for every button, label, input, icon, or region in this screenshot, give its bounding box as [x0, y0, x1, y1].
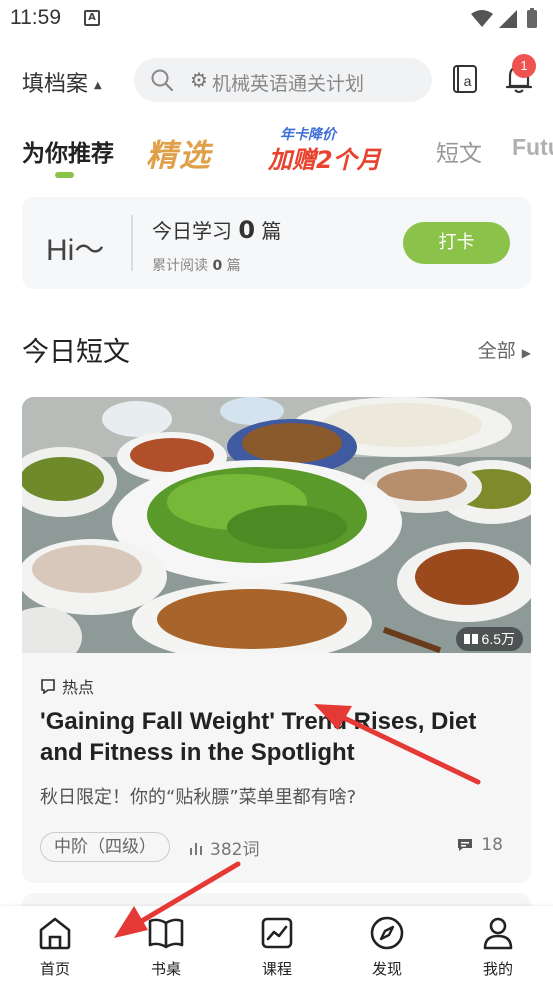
svg-text:a: a — [464, 73, 472, 89]
battery-icon — [527, 10, 537, 28]
today-study: 今日学习 0 篇 — [152, 215, 281, 244]
open-book-icon — [463, 634, 478, 644]
app-notification-icon: A — [84, 10, 100, 26]
nav-profile-label: 我的 — [482, 960, 513, 978]
promo-title: 加赠2个月 — [268, 146, 381, 174]
compass-icon — [370, 916, 404, 950]
tab-recommend[interactable]: 为你推荐 — [22, 134, 114, 168]
total-read: 累计阅读 0 篇 — [152, 255, 241, 275]
nav-desk-label: 书桌 — [150, 960, 181, 978]
signal-icon — [499, 10, 517, 28]
nav-discover-label: 发现 — [371, 960, 402, 978]
divider — [131, 215, 133, 271]
tab-featured[interactable]: 精选 — [146, 130, 212, 175]
level-badge: 中阶（四级） — [40, 832, 170, 862]
checkin-button[interactable]: 打卡 — [403, 222, 510, 264]
total-label: 累计阅读 — [152, 258, 208, 274]
word-count: 382词 — [188, 835, 259, 860]
bottom-navigation: 首页 书桌 课程 发现 我的 — [0, 906, 553, 984]
bar-chart-icon — [190, 842, 202, 855]
nav-home[interactable]: 首页 — [15, 906, 95, 984]
view-count: 6.5万 — [481, 631, 515, 647]
article-card[interactable]: 6.5万 热点 'Gaining Fall Weight' Trend Rise… — [22, 397, 531, 883]
today-label: 今日学习 — [152, 219, 232, 243]
bookmark-flag-icon — [41, 679, 55, 694]
study-progress-card: Hi～ 今日学习 0 篇 累计阅读 0 篇 打卡 — [22, 197, 531, 289]
notification-badge: 1 — [512, 54, 536, 78]
plan-name: 填档案 — [22, 72, 89, 97]
status-time: 11:59 — [10, 6, 61, 29]
wifi-icon — [471, 10, 493, 27]
view-all-link[interactable]: 全部 ▶ — [478, 336, 531, 363]
article-title: 'Gaining Fall Weight' Trend Rises, Diet … — [40, 708, 477, 766]
tab-short-articles[interactable]: 短文 — [436, 134, 482, 168]
section-title: 今日短文 — [22, 337, 130, 368]
view-count-badge: 6.5万 — [455, 627, 523, 651]
article-subtitle: 秋日限定！你的“贴秋膘”菜单里都有啥? — [40, 787, 357, 808]
category-label: 热点 — [62, 678, 95, 697]
caret-right-icon: ▶ — [521, 346, 531, 360]
gear-icon: ⚙ — [190, 68, 208, 92]
tab-future[interactable]: Futu — [512, 134, 553, 161]
nav-course-label: 课程 — [261, 960, 292, 978]
nav-course[interactable]: 课程 — [237, 906, 317, 984]
comment-count[interactable]: 18 — [457, 835, 503, 855]
book-icon — [148, 918, 184, 949]
top-header: 填档案 ▲ ⚙ 机械英语通关计划 a — [0, 56, 553, 104]
tab-active-indicator — [55, 172, 74, 178]
search-bar[interactable]: ⚙ 机械英语通关计划 — [134, 58, 432, 102]
article-cover-image — [22, 397, 531, 653]
nav-profile[interactable]: 我的 — [458, 906, 538, 984]
caret-down-icon: ▲ — [94, 79, 102, 91]
plan-selector[interactable]: 填档案 ▲ — [22, 66, 102, 98]
word-count-label: 382词 — [210, 840, 260, 860]
search-placeholder: 机械英语通关计划 — [212, 73, 365, 95]
status-bar: 11:59 A — [0, 0, 553, 40]
comment-icon — [458, 839, 473, 851]
search-icon — [151, 69, 174, 92]
greeting: Hi～ — [46, 234, 105, 267]
article-category: 热点 — [40, 674, 94, 698]
total-count: 0 — [212, 258, 223, 274]
course-chart-icon — [261, 917, 293, 949]
nav-desk[interactable]: 书桌 — [126, 906, 206, 984]
total-unit: 篇 — [226, 258, 241, 274]
tab-promo-banner[interactable]: 年卡降价 加赠2个月 — [268, 124, 398, 174]
nav-discover[interactable]: 发现 — [347, 906, 427, 984]
status-icons — [471, 8, 537, 28]
home-icon — [39, 917, 71, 950]
comment-count-label: 18 — [481, 835, 503, 855]
category-tabs: 为你推荐 精选 年卡降价 加赠2个月 短文 Futu — [0, 124, 553, 184]
view-all-label: 全部 — [477, 340, 516, 362]
today-count: 0 — [238, 216, 256, 244]
today-unit: 篇 — [261, 219, 282, 243]
dictionary-icon[interactable]: a — [452, 64, 478, 94]
nav-home-label: 首页 — [39, 960, 70, 978]
profile-icon — [483, 917, 513, 950]
